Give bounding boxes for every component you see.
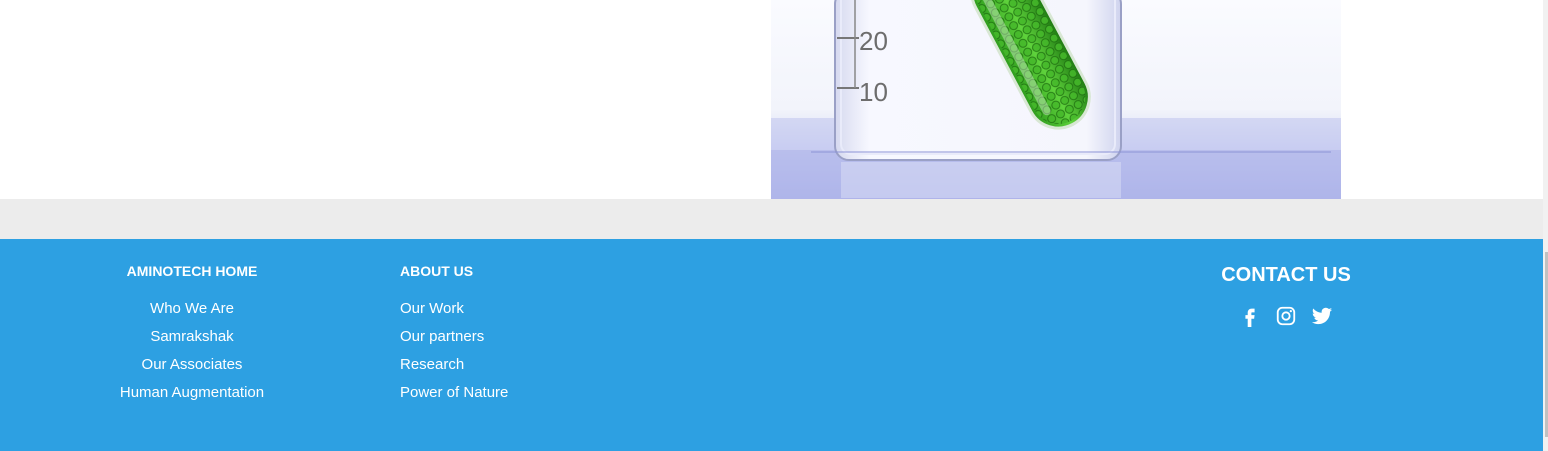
footer-link-our-associates[interactable]: Our Associates (92, 351, 292, 379)
section-divider-band (0, 199, 1543, 239)
social-links (1186, 305, 1386, 329)
twitter-icon[interactable] (1311, 305, 1333, 327)
footer-column-about: ABOUT US Our Work Our partners Research … (400, 239, 660, 407)
footer-about-links: Our Work Our partners Research Power of … (400, 295, 660, 407)
scale-label-20: 20 (859, 26, 888, 56)
footer-link-human-augmentation[interactable]: Human Augmentation (92, 379, 292, 407)
footer-home-links: Who We Are Samrakshak Our Associates Hum… (92, 295, 292, 407)
site-footer: AMINOTECH HOME Who We Are Samrakshak Our… (0, 239, 1543, 451)
footer-heading-contact: CONTACT US (1221, 264, 1351, 286)
footer-link-our-partners[interactable]: Our partners (400, 323, 660, 351)
test-tube-illustration: 20 10 (771, 0, 1341, 199)
footer-column-contact: CONTACT US (1186, 239, 1386, 329)
hero-image-test-tube: 20 10 (771, 0, 1341, 199)
scale-label-10: 10 (859, 77, 888, 107)
footer-link-samrakshak[interactable]: Samrakshak (92, 323, 292, 351)
footer-link-who-we-are[interactable]: Who We Are (92, 295, 292, 323)
footer-link-our-work[interactable]: Our Work (400, 295, 660, 323)
instagram-icon[interactable] (1275, 305, 1297, 327)
footer-column-home: AMINOTECH HOME Who We Are Samrakshak Our… (92, 239, 292, 407)
facebook-icon[interactable] (1239, 305, 1261, 327)
footer-link-research[interactable]: Research (400, 351, 660, 379)
page: 20 10 AMINOTECH HOME Who We Are Samraksh… (0, 0, 1548, 451)
footer-link-power-of-nature[interactable]: Power of Nature (400, 379, 660, 407)
footer-heading-home[interactable]: AMINOTECH HOME (92, 263, 292, 280)
content-area: 20 10 (0, 0, 1543, 199)
footer-heading-about[interactable]: ABOUT US (400, 263, 660, 280)
